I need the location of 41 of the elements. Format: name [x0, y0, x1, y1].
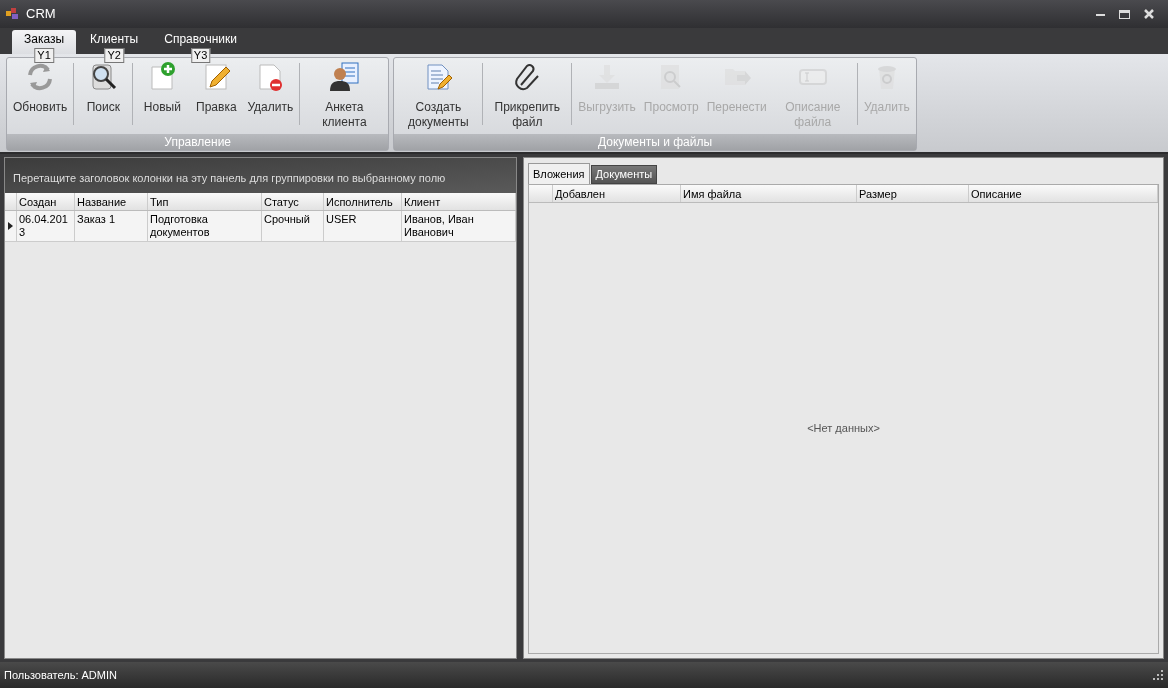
column-header[interactable]: Клиент: [402, 193, 516, 210]
ribbon-button[interactable]: Анкета клиента: [302, 61, 387, 130]
minimize-icon[interactable]: [1096, 12, 1105, 16]
column-header[interactable]: Создан: [17, 193, 75, 210]
keytip-badge: Y2: [104, 48, 124, 63]
column-header[interactable]: Статус: [262, 193, 324, 210]
table-cell: USER: [324, 211, 402, 241]
status-text: Пользователь: ADMIN: [4, 667, 117, 683]
column-header[interactable]: Описание: [969, 185, 1158, 202]
keytip-badge: Y1: [34, 48, 54, 63]
column-header[interactable]: Добавлен: [553, 185, 681, 202]
resize-grip-icon: [1152, 669, 1164, 681]
maximize-icon[interactable]: [1119, 9, 1130, 19]
person-card-icon: [328, 61, 361, 93]
table-cell: Подготовка документов: [148, 211, 262, 241]
window-title: CRM: [26, 5, 56, 24]
column-header[interactable]: Исполнитель: [324, 193, 402, 210]
ribbon-group-title: Документы и файлы: [394, 134, 916, 150]
ribbon-button[interactable]: Удалить: [243, 61, 298, 115]
table-cell: Иванов, Иван Иванович: [402, 211, 516, 241]
ribbon-button[interactable]: Правка: [189, 61, 244, 115]
ribbon-button[interactable]: Обновить: [9, 61, 72, 115]
column-header[interactable]: Имя файла: [681, 185, 857, 202]
empty-message: <Нет данных>: [807, 420, 880, 436]
column-header[interactable]: Название: [75, 193, 148, 210]
column-header[interactable]: Тип: [148, 193, 262, 210]
ribbon-button[interactable]: Поиск: [76, 61, 131, 115]
table-cell: Заказ 1: [75, 211, 148, 241]
ribbon-button[interactable]: Прикрепить файл: [485, 61, 570, 130]
group-panel-hint: Перетащите заголовок колонки на эту панель для группировки по выбранному полю: [5, 158, 516, 193]
keytip-badge: Y3: [190, 48, 211, 63]
close-icon[interactable]: [1144, 9, 1154, 19]
ribbon-group-title: Управление: [7, 134, 389, 150]
panel-tab[interactable]: Документы: [590, 165, 658, 184]
ribbon-button[interactable]: Создать документы: [396, 61, 481, 130]
ribbon-button[interactable]: Новый: [135, 61, 190, 115]
column-header[interactable]: Размер: [857, 185, 969, 202]
app-logo-icon: [6, 8, 20, 20]
panel-tab[interactable]: Вложения: [528, 163, 590, 184]
table-cell: 06.04.2013: [17, 211, 75, 241]
table-cell: Срочный: [262, 211, 324, 241]
